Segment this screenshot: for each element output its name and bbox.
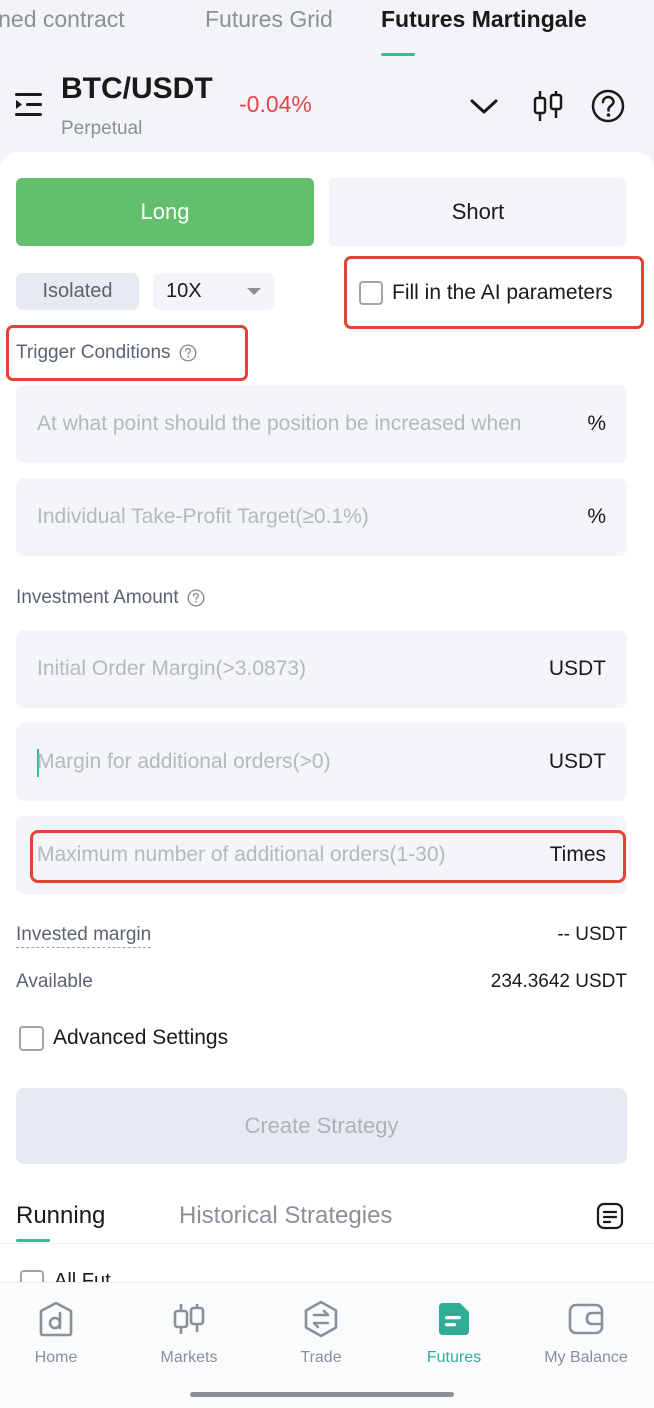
- dropdown-arrow-icon: [247, 288, 261, 295]
- leverage-value: 10X: [166, 280, 202, 302]
- take-profit-unit: %: [587, 505, 606, 528]
- initial-margin-placeholder: Initial Order Margin(>3.0873): [37, 657, 307, 680]
- long-button[interactable]: Long: [16, 178, 314, 246]
- additional-margin-input[interactable]: Margin for additional orders(>0) USDT: [16, 723, 627, 801]
- investment-amount-title: Investment Amount: [16, 587, 205, 609]
- help-icon[interactable]: [179, 344, 197, 362]
- leverage-select[interactable]: 10X: [153, 273, 275, 310]
- futures-icon: [439, 1303, 469, 1335]
- chevron-down-icon[interactable]: [466, 88, 502, 124]
- nav-my-balance[interactable]: My Balance: [531, 1299, 641, 1367]
- additional-margin-placeholder: Margin for additional orders(>0): [37, 750, 331, 773]
- take-profit-input[interactable]: Individual Take-Profit Target(≥0.1%) %: [16, 478, 627, 556]
- take-profit-placeholder: Individual Take-Profit Target(≥0.1%): [37, 505, 369, 528]
- nav-trade-label: Trade: [300, 1349, 342, 1366]
- nav-home[interactable]: Home: [1, 1299, 111, 1367]
- nav-my-balance-label: My Balance: [544, 1349, 628, 1366]
- home-icon: [39, 1301, 73, 1337]
- trigger-conditions-label: Trigger Conditions: [16, 342, 171, 363]
- trade-icon: [304, 1300, 338, 1338]
- tab-running[interactable]: Running: [16, 1202, 105, 1230]
- divider: [0, 1243, 654, 1244]
- advanced-settings-checkbox[interactable]: [19, 1026, 44, 1051]
- investment-amount-label: Investment Amount: [16, 587, 179, 608]
- bottom-navigation: Home Markets Trade Futures My Balance: [0, 1282, 654, 1408]
- initial-margin-input[interactable]: Initial Order Margin(>3.0873) USDT: [16, 630, 627, 708]
- position-increase-input[interactable]: At what point should the position be inc…: [16, 385, 627, 463]
- additional-margin-unit: USDT: [548, 750, 606, 773]
- nav-markets-label: Markets: [160, 1349, 218, 1366]
- help-icon[interactable]: [187, 589, 205, 607]
- max-orders-highlight: [30, 830, 626, 883]
- help-circle-icon[interactable]: [590, 88, 626, 124]
- pair-name[interactable]: BTC/USDT: [61, 72, 213, 106]
- running-tab-indicator: [16, 1239, 50, 1242]
- strategy-form-panel: Long Short Isolated 10X Fill in the AI p…: [0, 152, 654, 1284]
- markets-icon: [173, 1304, 205, 1334]
- pair-change: -0.04%: [239, 91, 312, 117]
- top-tab-bar: ined contract Futures Grid Futures Marti…: [0, 0, 654, 58]
- margin-mode-chip[interactable]: Isolated: [16, 273, 139, 310]
- create-strategy-button[interactable]: Create Strategy: [16, 1088, 627, 1164]
- nav-home-label: Home: [34, 1349, 78, 1366]
- tab-historical-strategies[interactable]: Historical Strategies: [179, 1202, 392, 1230]
- active-tab-indicator: [381, 53, 415, 56]
- available-value: 234.3642 USDT: [490, 971, 627, 992]
- nav-futures[interactable]: Futures: [399, 1299, 509, 1367]
- tab-combined-contract[interactable]: ined contract: [0, 6, 125, 33]
- trigger-conditions-title: Trigger Conditions: [16, 342, 197, 364]
- advanced-settings-label[interactable]: Advanced Settings: [53, 1026, 228, 1050]
- position-increase-placeholder: At what point should the position be inc…: [37, 412, 522, 435]
- wallet-icon: [568, 1303, 604, 1335]
- ai-parameters-highlight: Fill in the AI parameters: [344, 256, 644, 329]
- pair-header: BTC/USDT -0.04% Perpetual: [0, 58, 654, 154]
- home-indicator: [190, 1392, 454, 1397]
- invested-margin-value: -- USDT: [557, 924, 627, 945]
- tab-futures-grid[interactable]: Futures Grid: [205, 6, 333, 33]
- initial-margin-unit: USDT: [548, 657, 606, 680]
- nav-trade[interactable]: Trade: [266, 1299, 376, 1367]
- available-label: Available: [16, 971, 93, 992]
- ai-parameters-checkbox[interactable]: [359, 281, 383, 305]
- candlestick-chart-icon[interactable]: [530, 88, 566, 124]
- invested-margin-label[interactable]: Invested margin: [16, 924, 152, 948]
- order-list-icon[interactable]: [596, 1202, 624, 1230]
- pair-type: Perpetual: [61, 118, 143, 139]
- tab-futures-martingale[interactable]: Futures Martingale: [381, 6, 587, 33]
- nav-futures-label: Futures: [426, 1349, 482, 1366]
- position-increase-unit: %: [587, 412, 606, 435]
- ai-parameters-label[interactable]: Fill in the AI parameters: [392, 281, 613, 305]
- nav-markets[interactable]: Markets: [134, 1299, 244, 1367]
- short-button[interactable]: Short: [329, 178, 627, 246]
- menu-icon[interactable]: [14, 91, 44, 119]
